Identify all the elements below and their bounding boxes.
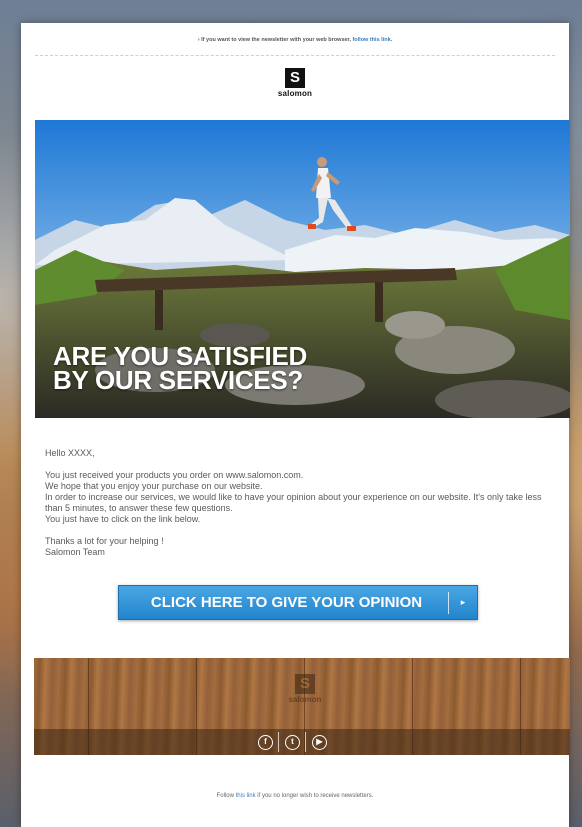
hero-title: ARE YOU SATISFIED BY OUR SERVICES?	[53, 341, 307, 395]
unsubscribe-suffix: if you no longer wish to receive newslet…	[255, 793, 374, 799]
hero-banner[interactable]: ARE YOU SATISFIED BY OUR SERVICES?	[35, 120, 570, 418]
view-in-browser-link[interactable]: follow this link.	[352, 37, 392, 43]
preheader-text: › If you want to view the newsletter wit…	[197, 37, 353, 43]
social-bar: f t ▶	[34, 729, 570, 755]
thanks-line: Thanks a lot for your helping !	[45, 536, 164, 546]
salomon-logo[interactable]: S salomon	[268, 68, 322, 98]
signature: Salomon Team	[45, 547, 105, 557]
unsubscribe-notice: Follow this link if you no longer wish t…	[21, 793, 569, 799]
cta-label: CLICK HERE TO GIVE YOUR OPINION	[150, 594, 423, 611]
twitter-icon[interactable]: t	[285, 735, 300, 750]
footer-banner: S salomon f t ▶	[34, 658, 570, 755]
logo-badge: S	[285, 68, 305, 88]
logo-wordmark: salomon	[277, 89, 313, 98]
social-divider	[305, 732, 306, 752]
youtube-icon[interactable]: ▶	[312, 735, 327, 750]
social-divider	[278, 732, 279, 752]
message-body: Hello XXXX, You just received your produ…	[45, 448, 545, 558]
divider	[35, 55, 555, 56]
preheader: › If you want to view the newsletter wit…	[21, 37, 569, 43]
greeting: Hello XXXX,	[45, 448, 95, 458]
newsletter-email: › If you want to view the newsletter wit…	[21, 23, 570, 827]
arrow-right-icon: ▸	[460, 597, 466, 607]
footer-logo-badge: S	[295, 674, 315, 694]
message-line: We hope that you enjoy your purchase on …	[45, 481, 263, 491]
footer-logo[interactable]: S salomon	[277, 674, 333, 704]
message-line: You just received your products you orde…	[45, 470, 304, 480]
facebook-icon[interactable]: f	[258, 735, 273, 750]
footer-logo-wordmark: salomon	[288, 695, 322, 704]
unsubscribe-link[interactable]: this link	[236, 793, 256, 799]
give-opinion-button[interactable]: CLICK HERE TO GIVE YOUR OPINION ▸	[118, 585, 478, 620]
unsubscribe-prefix: Follow	[216, 793, 236, 799]
message-line: In order to increase our services, we wo…	[45, 492, 542, 513]
message-line: You just have to click on the link below…	[45, 514, 201, 524]
